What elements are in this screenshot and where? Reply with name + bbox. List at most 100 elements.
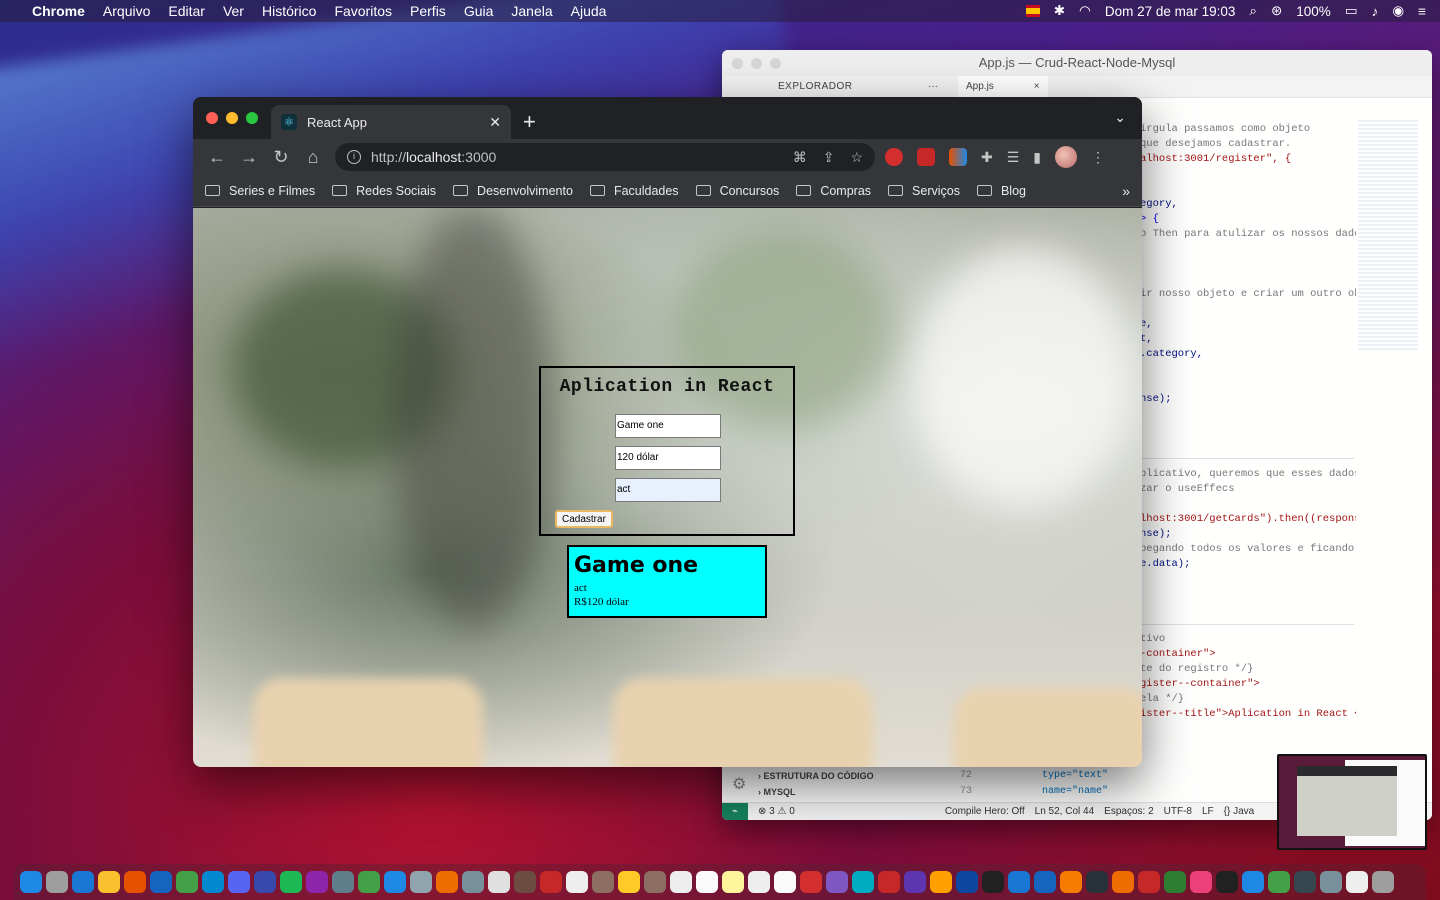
dock-app-icon[interactable] <box>20 871 42 893</box>
forward-button[interactable]: → <box>233 147 265 168</box>
close-tab-icon[interactable]: ✕ <box>489 114 501 131</box>
dock-app-icon[interactable] <box>1320 871 1342 893</box>
new-tab-button[interactable]: + <box>523 109 536 135</box>
bookmark-folder[interactable]: Concursos <box>695 184 779 198</box>
menu-editar[interactable]: Editar <box>168 3 205 19</box>
bookmark-star-icon[interactable]: ☆ <box>850 149 863 166</box>
dock-app-icon[interactable] <box>228 871 250 893</box>
dock-app-icon[interactable] <box>1268 871 1290 893</box>
vscode-editor-split[interactable]: type="text" name="name" <box>1042 768 1108 800</box>
dock-app-icon[interactable] <box>618 871 640 893</box>
vscode-explorer-label[interactable]: EXPLORADOR <box>778 81 928 92</box>
dock-app-icon[interactable] <box>1060 871 1082 893</box>
dock-app-icon[interactable] <box>1346 871 1368 893</box>
dock-app-icon[interactable] <box>384 871 406 893</box>
dock-app-icon[interactable] <box>176 871 198 893</box>
extension-icon[interactable] <box>949 148 967 166</box>
dock-app-icon[interactable] <box>202 871 224 893</box>
menu-favoritos[interactable]: Favoritos <box>334 3 392 19</box>
status-compile-hero[interactable]: Compile Hero: Off <box>945 806 1025 817</box>
chrome-menu-icon[interactable]: ⋮ <box>1091 149 1105 166</box>
dock-app-icon[interactable] <box>1294 871 1316 893</box>
card-title[interactable]: Game one <box>574 551 760 581</box>
input-source-flag-icon[interactable] <box>1025 5 1040 17</box>
dock-app-icon[interactable] <box>1008 871 1030 893</box>
status-eol[interactable]: LF <box>1202 806 1214 817</box>
more-bookmarks-icon[interactable]: » <box>1122 183 1130 199</box>
dock-app-icon[interactable] <box>722 871 744 893</box>
bookmark-folder[interactable]: Serviços <box>888 184 960 198</box>
dock-app-icon[interactable] <box>800 871 822 893</box>
menu-guia[interactable]: Guia <box>464 3 494 19</box>
status-spaces[interactable]: Espaços: 2 <box>1104 806 1153 817</box>
side-panel-icon[interactable]: ▮ <box>1033 149 1041 166</box>
dock-app-icon[interactable] <box>436 871 458 893</box>
dock-app-icon[interactable] <box>566 871 588 893</box>
vscode-editor[interactable]: írgula passamos como objeto que desejamos… <box>1140 122 1356 722</box>
dock-app-icon[interactable] <box>306 871 328 893</box>
outline-section[interactable]: › ESTRUTURA DO CÓDIGO <box>758 768 938 784</box>
dock-app-icon[interactable] <box>410 871 432 893</box>
register-button[interactable]: Cadastrar <box>555 510 613 528</box>
dock-app-icon[interactable] <box>982 871 1004 893</box>
bookmark-folder[interactable]: Series e Filmes <box>205 184 315 198</box>
bookmark-folder[interactable]: Compras <box>796 184 871 198</box>
translate-icon[interactable]: ⌘ <box>793 149 807 166</box>
dock-app-icon[interactable] <box>46 871 68 893</box>
battery-percent[interactable]: 100% <box>1296 4 1331 19</box>
dock-app-icon[interactable] <box>488 871 510 893</box>
dock-app-icon[interactable] <box>1112 871 1134 893</box>
home-button[interactable]: ⌂ <box>297 147 329 168</box>
dock-app-icon[interactable] <box>150 871 172 893</box>
screenshot-thumbnail[interactable] <box>1277 754 1427 850</box>
dock-app-icon[interactable] <box>254 871 276 893</box>
tab-react-app[interactable]: ⚛ React App ✕ <box>271 105 511 139</box>
menu-ajuda[interactable]: Ajuda <box>571 3 607 19</box>
vscode-minimap[interactable] <box>1358 120 1418 350</box>
siri-icon[interactable]: ◉ <box>1392 3 1404 19</box>
dock-app-icon[interactable] <box>1138 871 1160 893</box>
name-input[interactable]: Game one <box>615 414 721 438</box>
menu-ver[interactable]: Ver <box>223 3 244 19</box>
bookmark-folder[interactable]: Desenvolvimento <box>453 184 573 198</box>
dock-app-icon[interactable] <box>878 871 900 893</box>
mysql-section[interactable]: › MYSQL <box>758 784 938 800</box>
status-language[interactable]: {} Java <box>1224 806 1255 817</box>
dock-app-icon[interactable] <box>852 871 874 893</box>
menu-janela[interactable]: Janela <box>511 3 552 19</box>
dock-app-icon[interactable] <box>1372 871 1394 893</box>
gear-icon[interactable]: ⚙ <box>732 774 746 794</box>
dock-app-icon[interactable] <box>98 871 120 893</box>
dock-app-icon[interactable] <box>1086 871 1108 893</box>
dock-app-icon[interactable] <box>540 871 562 893</box>
profile-avatar[interactable] <box>1055 146 1078 168</box>
dock-app-icon[interactable] <box>332 871 354 893</box>
bluetooth-icon[interactable]: ✱ <box>1054 3 1065 19</box>
menu-perfis[interactable]: Perfis <box>410 3 446 19</box>
status-problems[interactable]: ⊗ 3 ⚠ 0 <box>758 806 795 817</box>
price-input[interactable]: 120 dólar <box>615 446 721 470</box>
spotlight-search-icon[interactable]: ⌕ <box>1249 3 1257 19</box>
wifi-icon[interactable]: ◠ <box>1079 3 1091 19</box>
bookmark-folder[interactable]: Blog <box>976 184 1026 198</box>
share-icon[interactable]: ⇪ <box>823 149 835 166</box>
dock-app-icon[interactable] <box>1190 871 1212 893</box>
site-info-icon[interactable]: i <box>347 150 361 164</box>
dock-app-icon[interactable] <box>1242 871 1264 893</box>
status-encoding[interactable]: UTF-8 <box>1164 806 1192 817</box>
minimize-window-button[interactable] <box>226 112 238 124</box>
address-bar[interactable]: i http://localhost:3000 ⌘ ⇪ ☆ <box>335 143 875 171</box>
category-input[interactable]: act <box>615 478 721 502</box>
close-icon[interactable]: × <box>1034 76 1040 98</box>
dock-app-icon[interactable] <box>826 871 848 893</box>
dock-app-icon[interactable] <box>462 871 484 893</box>
dock-app-icon[interactable] <box>956 871 978 893</box>
menu-arquivo[interactable]: Arquivo <box>103 3 150 19</box>
back-button[interactable]: ← <box>201 147 233 168</box>
dock-app-icon[interactable] <box>592 871 614 893</box>
reading-list-icon[interactable]: ☰ <box>1007 149 1020 166</box>
menubar-app-name[interactable]: Chrome <box>32 3 85 19</box>
dock-app-icon[interactable] <box>514 871 536 893</box>
puzzle-extensions-icon[interactable]: ✚ <box>981 149 993 166</box>
menu-historico[interactable]: Histórico <box>262 3 316 19</box>
